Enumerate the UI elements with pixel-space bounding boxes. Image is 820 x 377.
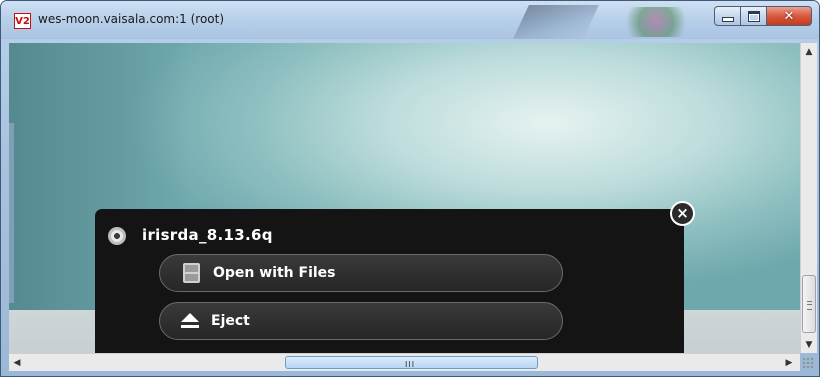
titlebar-reflection — [513, 5, 599, 39]
maximize-icon — [747, 10, 760, 22]
eject-button[interactable]: Eject — [159, 302, 563, 340]
vertical-scroll-thumb[interactable] — [802, 275, 816, 333]
grip-icon — [807, 301, 812, 310]
close-button[interactable]: ✕ — [766, 6, 812, 26]
device-name: irisrda_8.13.6q — [142, 226, 273, 244]
minimize-button[interactable] — [714, 6, 741, 26]
scroll-up-arrow-icon[interactable]: ▲ — [801, 43, 817, 60]
eject-icon — [180, 313, 200, 329]
vnc-app-icon[interactable]: V2 — [14, 13, 31, 29]
titlebar-reflection-color — [616, 7, 696, 37]
scroll-left-arrow-icon[interactable]: ◀ — [9, 354, 25, 371]
window-title: wes-moon.vaisala.com:1 (root) — [38, 12, 225, 26]
disc-icon — [108, 227, 126, 245]
minimize-icon — [721, 16, 734, 22]
files-cabinet-icon — [183, 263, 200, 283]
scroll-right-arrow-icon[interactable]: ▶ — [781, 354, 797, 371]
vertical-scrollbar[interactable]: ▲ ▼ — [800, 43, 817, 353]
close-icon: ✕ — [783, 8, 795, 24]
open-with-files-label: Open with Files — [213, 265, 336, 281]
title-bar[interactable]: V2 wes-moon.vaisala.com:1 (root) ✕ — [1, 1, 819, 39]
horizontal-grip: III — [405, 360, 416, 369]
horizontal-scrollbar[interactable]: ◀ III ▶ — [9, 353, 800, 371]
horizontal-scroll-thumb[interactable]: III — [285, 356, 538, 369]
open-with-files-button[interactable]: Open with Files — [159, 254, 563, 292]
remote-desktop-view[interactable]: irisrda_8.13.6q Open with Files Eject — [9, 43, 800, 353]
notification-close-button[interactable]: × — [670, 201, 695, 226]
eject-label: Eject — [211, 313, 250, 329]
vnc-viewer-window: V2 wes-moon.vaisala.com:1 (root) ✕ irisr… — [0, 0, 820, 377]
maximize-button[interactable] — [740, 6, 767, 26]
desktop-edge — [9, 123, 14, 303]
resize-grip-icon[interactable] — [802, 357, 814, 369]
device-notification: irisrda_8.13.6q Open with Files Eject — [95, 209, 684, 353]
scroll-down-arrow-icon[interactable]: ▼ — [801, 336, 817, 353]
